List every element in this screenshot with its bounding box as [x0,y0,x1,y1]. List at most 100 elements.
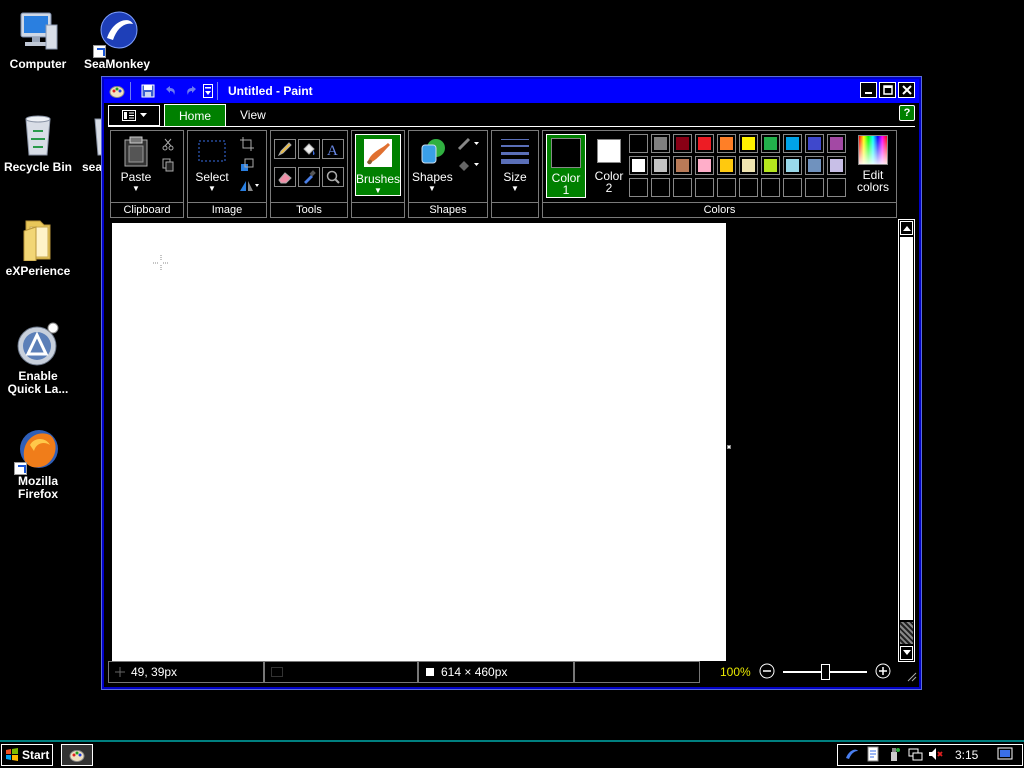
zoom-in-button[interactable] [875,663,891,682]
fill-button[interactable] [455,155,483,175]
zoom-out-button[interactable] [759,663,775,682]
redo-icon[interactable] [183,82,201,100]
minimize-button[interactable] [860,82,877,98]
palette-swatch-empty[interactable] [673,178,692,197]
window-resize-grip[interactable] [905,670,917,685]
desktop-icon-computer[interactable]: Computer [0,10,76,71]
swatch-color [742,159,755,172]
tray-usb-icon[interactable] [886,746,902,765]
palette-swatch-empty[interactable] [629,178,648,197]
system-tray: 3:15 [837,744,1023,766]
palette-swatch-empty[interactable] [717,178,736,197]
palette-swatch-empty[interactable] [739,178,758,197]
palette-swatch[interactable] [629,134,648,153]
scrollbar-thumb[interactable] [900,237,913,620]
desktop-icon-experience-folder[interactable]: eXPerience [0,217,76,278]
paste-button[interactable]: Paste ▼ [115,135,157,193]
palette-swatch[interactable] [805,134,824,153]
palette-swatch[interactable] [805,156,824,175]
seamonkey-icon [93,10,139,58]
help-button[interactable]: ? [899,105,915,121]
size-button[interactable]: Size ▼ [495,135,535,193]
system-clock[interactable]: 3:15 [955,748,978,762]
palette-swatch[interactable] [717,156,736,175]
palette-swatch[interactable] [651,156,670,175]
desktop-icon-mozilla-firefox[interactable]: Mozilla Firefox [0,427,76,501]
palette-swatch[interactable] [761,134,780,153]
eraser-tool[interactable] [274,167,296,187]
palette-swatch[interactable] [739,156,758,175]
cut-button[interactable] [157,134,179,154]
copy-button[interactable] [157,155,179,175]
tray-network-icon[interactable] [907,746,923,765]
palette-swatch-empty[interactable] [783,178,802,197]
palette-swatch[interactable] [651,134,670,153]
paint-app-icon[interactable] [108,82,126,100]
palette-swatch-empty[interactable] [695,178,714,197]
select-button[interactable]: Select ▼ [192,135,232,193]
fill-tool[interactable] [298,139,320,159]
rotate-button[interactable] [234,176,264,196]
crop-button[interactable] [236,134,258,154]
palette-swatch[interactable] [783,134,802,153]
tray-seamonkey-icon[interactable] [844,746,860,765]
zoom-slider-thumb[interactable] [820,664,830,680]
edit-colors-icon [858,135,888,165]
tab-view[interactable]: View [226,104,280,126]
title-bar[interactable]: Untitled - Paint [104,79,919,103]
tray-volume-muted-icon[interactable] [928,746,944,765]
crosshair-cursor-icon [153,255,169,271]
palette-swatch-empty[interactable] [651,178,670,197]
swatch-color [808,137,821,150]
palette-swatch[interactable] [717,134,736,153]
vertical-scrollbar[interactable] [898,219,915,662]
palette-swatch[interactable] [673,134,692,153]
palette-swatch[interactable] [629,156,648,175]
edit-colors-button[interactable]: Edit colors [851,135,895,193]
drawing-canvas[interactable] [112,223,726,661]
palette-swatch[interactable] [695,156,714,175]
palette-swatch[interactable] [673,156,692,175]
palette-swatch-empty[interactable] [827,178,846,197]
close-button[interactable] [898,82,915,98]
chevron-down-icon: ▼ [428,184,436,193]
start-button[interactable]: Start [1,744,53,766]
resize-button[interactable] [236,155,258,175]
desktop-icon-seamonkey-partial[interactable]: sea [71,113,105,174]
text-tool[interactable]: A [322,139,344,159]
color1-button[interactable]: Color 1 [546,134,586,198]
color2-button[interactable]: Color 2 [589,134,629,198]
pencil-tool[interactable] [274,139,296,159]
palette-swatch[interactable] [827,156,846,175]
tray-show-desktop-icon[interactable] [997,747,1013,764]
brushes-button[interactable]: Brushes ▼ [355,134,401,196]
tray-document-icon[interactable] [865,746,881,765]
tab-home[interactable]: Home [164,104,227,126]
file-menu-button[interactable] [108,105,160,126]
cut-icon [162,138,174,151]
palette-swatch[interactable] [695,134,714,153]
shapes-button[interactable]: Shapes ▼ [412,135,453,193]
undo-icon[interactable] [161,82,179,100]
desktop-icon-enable-quick-launch[interactable]: Enable Quick La... [0,322,76,396]
desktop-icon-seamonkey[interactable]: SeaMonkey [79,10,155,71]
palette-swatch[interactable] [783,156,802,175]
color-picker-tool[interactable] [298,167,320,187]
customize-dropdown-icon[interactable] [203,84,213,98]
palette-swatch[interactable] [739,134,758,153]
canvas-resize-handle-right[interactable] [727,445,731,449]
magnifier-tool[interactable] [322,167,344,187]
palette-swatch[interactable] [761,156,780,175]
desktop-icon-recycle-bin[interactable]: Recycle Bin [0,113,76,174]
taskbar-paint-button[interactable] [61,744,93,766]
maximize-button[interactable] [879,82,896,98]
palette-swatch-empty[interactable] [805,178,824,197]
outline-button[interactable] [455,134,483,154]
scroll-up-button[interactable] [900,221,913,235]
zoom-slider[interactable] [782,664,867,680]
palette-swatch[interactable] [827,134,846,153]
swatch-color [786,137,799,150]
scroll-down-button[interactable] [900,646,913,660]
palette-swatch-empty[interactable] [761,178,780,197]
save-icon[interactable] [139,82,157,100]
